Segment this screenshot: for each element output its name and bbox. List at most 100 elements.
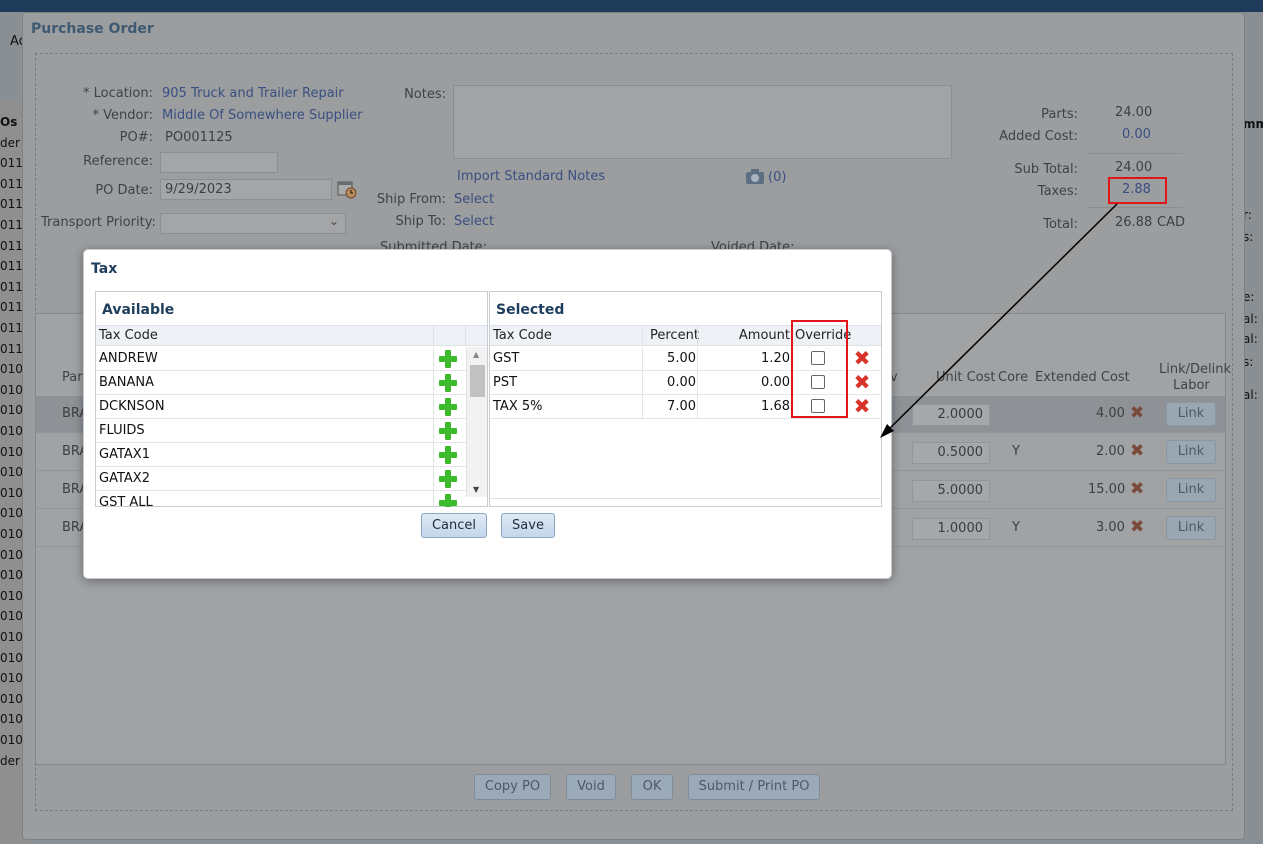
vendor-value[interactable]: Middle Of Somewhere Supplier	[162, 108, 363, 123]
selected-tax-percent: 7.00	[667, 399, 696, 414]
row-core: Y	[1012, 520, 1020, 535]
grid-header-core: Core	[998, 370, 1029, 385]
selected-tax-amount: 0.00	[761, 375, 790, 390]
selected-tax-percent: 0.00	[667, 375, 696, 390]
available-tax-row[interactable]: GST ALL	[96, 491, 466, 507]
available-tax-row[interactable]: GATAX2	[96, 467, 466, 491]
po-number-label: PO#:	[119, 130, 153, 145]
remove-tax-icon[interactable]: ✖	[853, 348, 871, 368]
available-tax-row[interactable]: DCKNSON	[96, 395, 466, 419]
available-panel: Available Tax Code ANDREW BANANA DCKNSON FL…	[95, 291, 488, 507]
notes-textarea[interactable]	[453, 85, 952, 159]
add-tax-icon[interactable]	[439, 374, 457, 392]
link-labor-button[interactable]: Link	[1166, 440, 1216, 464]
po-number-value: PO001125	[165, 130, 233, 145]
tax-code-label: FLUIDS	[99, 423, 145, 438]
column-divider	[433, 347, 434, 370]
scroll-up-arrow-icon[interactable]: ▲	[473, 350, 479, 359]
add-tax-icon[interactable]	[439, 470, 457, 488]
override-highlight-box	[791, 320, 848, 418]
available-scrollbar[interactable]: ▲ ▼	[466, 347, 487, 497]
unit-cost-input[interactable]: 1.0000	[912, 518, 990, 540]
header-divider	[642, 326, 643, 346]
ship-from-label: Ship From:	[376, 192, 446, 207]
reference-label: Reference:	[83, 154, 153, 169]
parts-label: Parts:	[1041, 107, 1078, 122]
delete-line-icon[interactable]: ✖	[1130, 441, 1144, 461]
background-right-text: al:	[1243, 388, 1258, 402]
transport-priority-select[interactable]: ⌄	[160, 213, 346, 234]
link-labor-button[interactable]: Link	[1166, 402, 1216, 426]
import-standard-notes-link[interactable]: Import Standard Notes	[457, 169, 605, 184]
grid-header-part: Par	[62, 370, 83, 385]
total-label: Total:	[1043, 217, 1078, 232]
po-date-input[interactable]: 9/29/2023	[160, 179, 332, 200]
ship-from-select-link[interactable]: Select	[454, 192, 494, 207]
available-list: ANDREW BANANA DCKNSON FLUIDS GATAX1 GATAX2 GST…	[96, 347, 466, 507]
row-core: Y	[1012, 444, 1020, 459]
attachments-count[interactable]: (0)	[768, 170, 786, 185]
delete-line-icon[interactable]: ✖	[1130, 517, 1144, 537]
available-tax-row[interactable]: GATAX1	[96, 443, 466, 467]
ship-to-select-link[interactable]: Select	[454, 214, 494, 229]
column-divider	[642, 371, 643, 394]
added-cost-value[interactable]: 0.00	[1122, 127, 1151, 142]
tax-code-label: BANANA	[99, 375, 155, 390]
calendar-icon[interactable]	[337, 179, 357, 199]
selected-tax-percent: 5.00	[667, 351, 696, 366]
column-divider	[697, 347, 698, 370]
unit-cost-input[interactable]: 5.0000	[912, 480, 990, 502]
background-right-text: mm	[1243, 117, 1263, 131]
add-tax-icon[interactable]	[439, 494, 457, 507]
remove-tax-icon[interactable]: ✖	[853, 396, 871, 416]
totals-divider-2	[1088, 207, 1183, 208]
totals-divider	[1088, 153, 1183, 154]
scrollbar-thumb[interactable]	[470, 365, 485, 397]
subtotal-value: 24.00	[1115, 160, 1153, 175]
scroll-down-arrow-icon[interactable]: ▼	[473, 485, 479, 494]
add-tax-icon[interactable]	[439, 422, 457, 440]
row-extended-cost: 3.00	[1096, 520, 1125, 535]
available-tax-row[interactable]: ANDREW	[96, 347, 466, 371]
po-date-label: PO Date:	[95, 183, 153, 198]
subtotal-label: Sub Total:	[1014, 162, 1078, 177]
app-header-bar	[0, 0, 1263, 12]
add-tax-icon[interactable]	[439, 398, 457, 416]
link-labor-button[interactable]: Link	[1166, 516, 1216, 540]
column-divider	[697, 395, 698, 418]
ship-to-label: Ship To:	[395, 214, 446, 229]
camera-icon[interactable]	[745, 168, 765, 186]
link-labor-button[interactable]: Link	[1166, 478, 1216, 502]
grid-header-labor: Labor	[1173, 378, 1210, 393]
remove-tax-icon[interactable]: ✖	[853, 372, 871, 392]
submit-print-po-button[interactable]: Submit / Print PO	[688, 774, 820, 800]
tax-code-label: DCKNSON	[99, 399, 165, 414]
selected-tax-code: TAX 5%	[493, 399, 543, 414]
ok-button[interactable]: OK	[631, 774, 673, 800]
column-divider	[433, 371, 434, 394]
header-divider	[697, 326, 698, 346]
reference-input[interactable]	[160, 152, 278, 173]
location-value[interactable]: 905 Truck and Trailer Repair	[162, 86, 344, 101]
unit-cost-input[interactable]: 0.5000	[912, 442, 990, 464]
unit-cost-input[interactable]: 2.0000	[912, 404, 990, 426]
available-tax-row[interactable]: FLUIDS	[96, 419, 466, 443]
tax-code-label: GST ALL	[99, 495, 153, 507]
delete-line-icon[interactable]: ✖	[1130, 403, 1144, 423]
added-cost-label: Added Cost:	[999, 129, 1078, 144]
background-right-panel: mm r: s: e: al: al: s: al:	[1243, 100, 1263, 500]
taxes-label: Taxes:	[1037, 184, 1078, 199]
background-right-text: al:	[1243, 312, 1258, 326]
grid-header-link-delink: Link/Delink	[1159, 362, 1232, 377]
selected-header-tax-code: Tax Code	[493, 328, 552, 343]
add-tax-icon[interactable]	[439, 350, 457, 368]
tax-code-label: ANDREW	[99, 351, 158, 366]
cancel-button[interactable]: Cancel	[421, 513, 487, 538]
copy-po-button[interactable]: Copy PO	[474, 774, 551, 800]
void-button[interactable]: Void	[566, 774, 616, 800]
delete-line-icon[interactable]: ✖	[1130, 479, 1144, 499]
save-button[interactable]: Save	[501, 513, 555, 538]
add-tax-icon[interactable]	[439, 446, 457, 464]
tax-dialog-title: Tax	[91, 261, 118, 277]
available-tax-row[interactable]: BANANA	[96, 371, 466, 395]
